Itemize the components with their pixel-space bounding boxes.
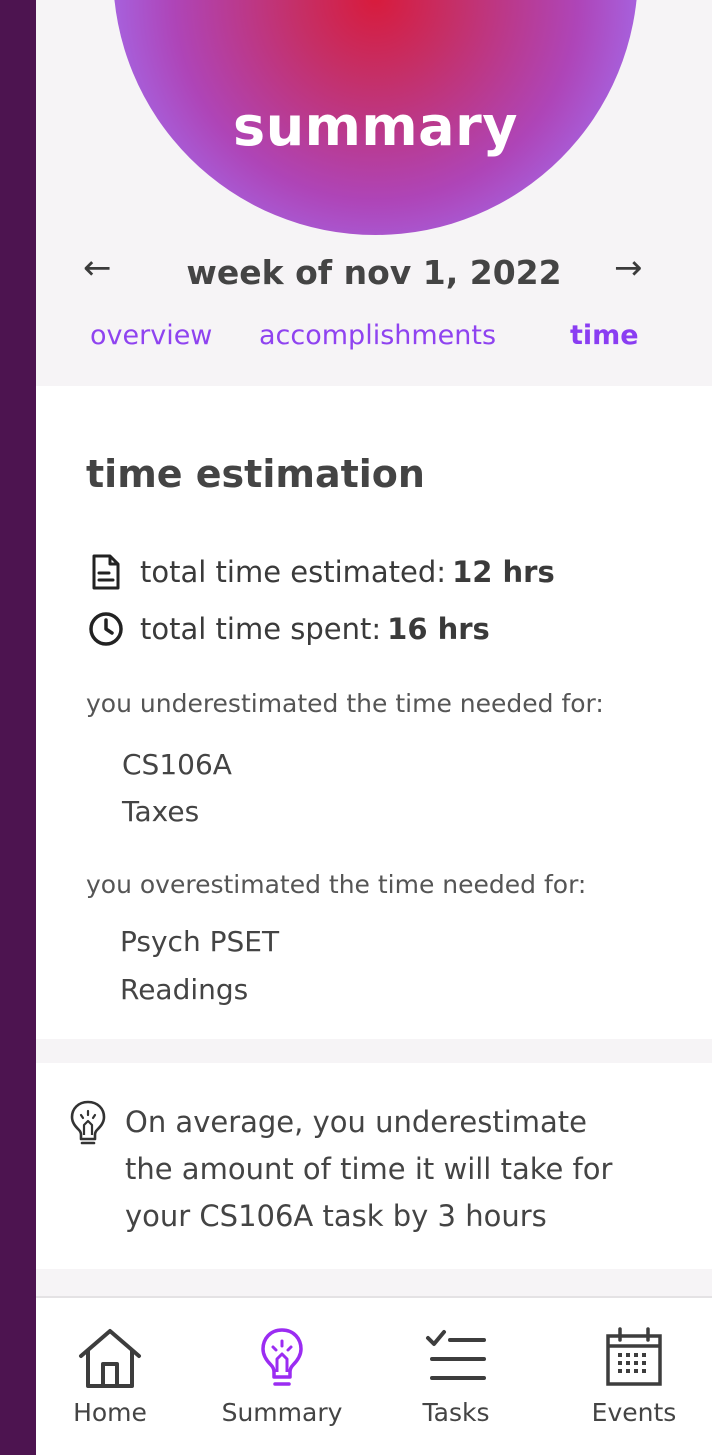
home-icon xyxy=(79,1329,141,1388)
page-title: summary xyxy=(233,95,518,158)
nav-item-events[interactable]: Events xyxy=(559,1326,709,1427)
overestimated-task-item: Readings xyxy=(120,973,249,1006)
underestimated-label: you underestimated the time needed for: xyxy=(86,689,604,718)
clock-icon xyxy=(86,609,126,649)
tab-accomplishments[interactable]: accomplishments xyxy=(259,320,496,351)
week-title: week of nov 1, 2022 xyxy=(186,253,562,292)
calendar-icon xyxy=(606,1327,662,1386)
overestimated-label: you overestimated the time needed for: xyxy=(86,870,587,899)
estimated-time-row: total time estimated: 12 hrs xyxy=(86,552,555,592)
lightbulb-icon xyxy=(68,1099,108,1147)
next-week-arrow-icon[interactable]: → xyxy=(614,251,643,285)
tab-time[interactable]: time xyxy=(570,320,639,351)
insight-card: On average, you underestimate the amount… xyxy=(36,1063,712,1269)
nav-label-events: Events xyxy=(591,1398,677,1427)
time-estimation-card: time estimation total time estimated: 12… xyxy=(36,386,712,1039)
app-frame: summary ← week of nov 1, 2022 → overview… xyxy=(0,0,712,1455)
bottom-navigation: Home Summary Tasks Events xyxy=(36,1296,712,1455)
spent-time-value: 16 hrs xyxy=(387,612,490,646)
nav-item-summary[interactable]: Summary xyxy=(207,1326,357,1427)
nav-label-tasks: Tasks xyxy=(422,1398,490,1427)
insight-line: On average, you underestimate xyxy=(125,1105,587,1139)
document-icon xyxy=(86,552,126,592)
estimated-time-value: 12 hrs xyxy=(452,555,555,589)
nav-label-home: Home xyxy=(73,1398,147,1427)
summary-screen: summary ← week of nov 1, 2022 → overview… xyxy=(36,0,712,1455)
underestimated-task-item: CS106A xyxy=(122,748,232,781)
summary-tabs: overview accomplishments time xyxy=(36,320,712,360)
section-title: time estimation xyxy=(86,452,425,496)
nav-item-tasks[interactable]: Tasks xyxy=(381,1326,531,1427)
insight-line: the amount of time it will take for xyxy=(125,1152,613,1186)
overestimated-task-item: Psych PSET xyxy=(120,925,280,958)
left-edge-strip xyxy=(0,0,36,1455)
insight-line: your CS106A task by 3 hours xyxy=(125,1199,547,1233)
nav-item-home[interactable]: Home xyxy=(36,1326,185,1427)
tab-overview[interactable]: overview xyxy=(90,320,212,351)
estimated-time-label: total time estimated: xyxy=(140,555,447,589)
week-navigation: ← week of nov 1, 2022 → xyxy=(36,247,712,302)
insight-text: On average, you underestimate the amount… xyxy=(125,1099,665,1240)
checklist-icon xyxy=(426,1330,486,1380)
spent-time-row: total time spent: 16 hrs xyxy=(86,609,490,649)
lightbulb-icon xyxy=(261,1328,303,1386)
nav-label-summary: Summary xyxy=(221,1398,343,1427)
spent-time-label: total time spent: xyxy=(140,612,382,646)
underestimated-task-item: Taxes xyxy=(122,795,200,828)
